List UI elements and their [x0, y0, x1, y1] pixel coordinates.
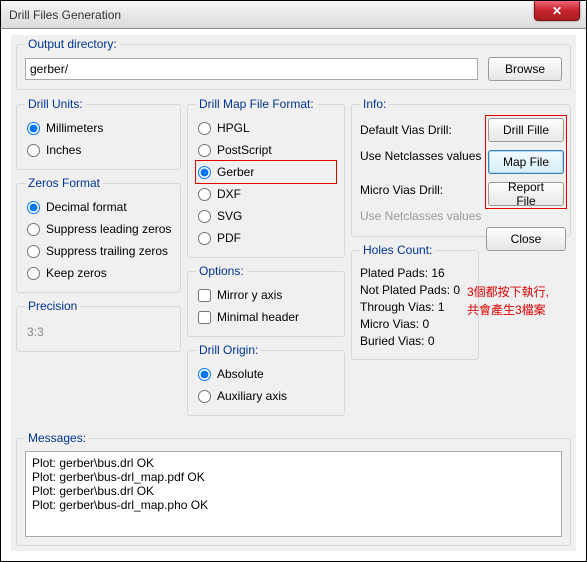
check-mirror-y[interactable]: Mirror y axis — [196, 284, 336, 306]
annotation-line1: 3個都按下執行, — [467, 285, 549, 299]
radio-inches-input[interactable] — [27, 144, 40, 157]
holes-buried: Buried Vias: 0 — [360, 334, 470, 348]
zeros-format-legend: Zeros Format — [25, 176, 103, 190]
window-close-button[interactable]: ✕ — [534, 1, 580, 21]
messages-legend: Messages: — [25, 431, 89, 445]
drill-map-format-group: Drill Map File Format: HPGL PostScript G… — [187, 97, 345, 258]
output-directory-input[interactable] — [25, 58, 478, 80]
dialog-window: Drill Files Generation ✕ Output director… — [0, 0, 587, 562]
radio-suppress-leading[interactable]: Suppress leading zeros — [25, 218, 172, 240]
titlebar: Drill Files Generation ✕ — [1, 1, 586, 29]
precision-group: Precision 3:3 — [16, 299, 181, 352]
holes-plated: Plated Pads: 16 — [360, 266, 470, 280]
drill-units-legend: Drill Units: — [25, 97, 86, 111]
holes-count-legend: Holes Count: — [360, 243, 435, 257]
info-legend: Info: — [360, 97, 389, 111]
options-group: Options: Mirror y axis Minimal header — [187, 264, 345, 337]
info-group: Info: Default Vias Drill: Use Netclasses… — [351, 97, 571, 237]
micro-vias-label: Micro Vias Drill: — [360, 183, 443, 197]
radio-decimal-format[interactable]: Decimal format — [25, 196, 172, 218]
drill-map-format-legend: Drill Map File Format: — [196, 97, 317, 111]
use-netclasses-disabled-label: Use Netclasses values — [360, 209, 481, 223]
radio-postscript[interactable]: PostScript — [196, 139, 336, 161]
annotation-text: 3個都按下執行, 共會產生3檔案 — [467, 283, 567, 319]
output-directory-legend: Output directory: — [25, 37, 120, 51]
precision-legend: Precision — [25, 299, 80, 313]
radio-dxf[interactable]: DXF — [196, 183, 336, 205]
holes-micro: Micro Vias: 0 — [360, 317, 470, 331]
output-directory-group: Output directory: Browse — [16, 37, 571, 90]
holes-notplated: Not Plated Pads: 0 — [360, 283, 470, 297]
close-button[interactable]: Close — [486, 227, 566, 251]
browse-button[interactable]: Browse — [488, 57, 562, 81]
report-file-button[interactable]: Report File — [488, 182, 564, 206]
annotation-line2: 共會產生3檔案 — [467, 303, 546, 317]
holes-count-group: Holes Count: Plated Pads: 16 Not Plated … — [351, 243, 479, 360]
holes-through: Through Vias: 1 — [360, 300, 470, 314]
messages-textarea[interactable]: Plot: gerber\bus.drl OK Plot: gerber\bus… — [25, 451, 562, 537]
radio-inches[interactable]: Inches — [25, 139, 172, 161]
drill-units-group: Drill Units: Millimeters Inches — [16, 97, 181, 170]
close-icon: ✕ — [552, 4, 562, 18]
radio-suppress-trailing[interactable]: Suppress trailing zeros — [25, 240, 172, 262]
radio-absolute[interactable]: Absolute — [196, 363, 336, 385]
map-file-button[interactable]: Map File — [488, 150, 564, 174]
messages-group: Messages: Plot: gerber\bus.drl OK Plot: … — [16, 431, 571, 546]
precision-value: 3:3 — [25, 319, 172, 343]
client-area: Output directory: Browse Drill Units: Mi… — [11, 35, 576, 551]
drill-origin-legend: Drill Origin: — [196, 343, 261, 357]
drill-origin-group: Drill Origin: Absolute Auxiliary axis — [187, 343, 345, 416]
radio-gerber[interactable]: Gerber — [196, 161, 336, 183]
radio-millimeters-label: Millimeters — [46, 121, 103, 135]
options-legend: Options: — [196, 264, 247, 278]
radio-millimeters[interactable]: Millimeters — [25, 117, 172, 139]
window-title: Drill Files Generation — [9, 8, 121, 22]
radio-svg[interactable]: SVG — [196, 205, 336, 227]
drill-file-button[interactable]: Drill Fille — [488, 118, 564, 142]
check-minimal-header[interactable]: Minimal header — [196, 306, 336, 328]
radio-millimeters-input[interactable] — [27, 122, 40, 135]
radio-hpgl[interactable]: HPGL — [196, 117, 336, 139]
default-vias-label: Default Vias Drill: — [360, 123, 452, 137]
radio-pdf[interactable]: PDF — [196, 227, 336, 249]
radio-keep-zeros[interactable]: Keep zeros — [25, 262, 172, 284]
zeros-format-group: Zeros Format Decimal format Suppress lea… — [16, 176, 181, 293]
radio-auxiliary-axis[interactable]: Auxiliary axis — [196, 385, 336, 407]
radio-inches-label: Inches — [46, 143, 81, 157]
use-netclasses-label: Use Netclasses values — [360, 149, 481, 163]
